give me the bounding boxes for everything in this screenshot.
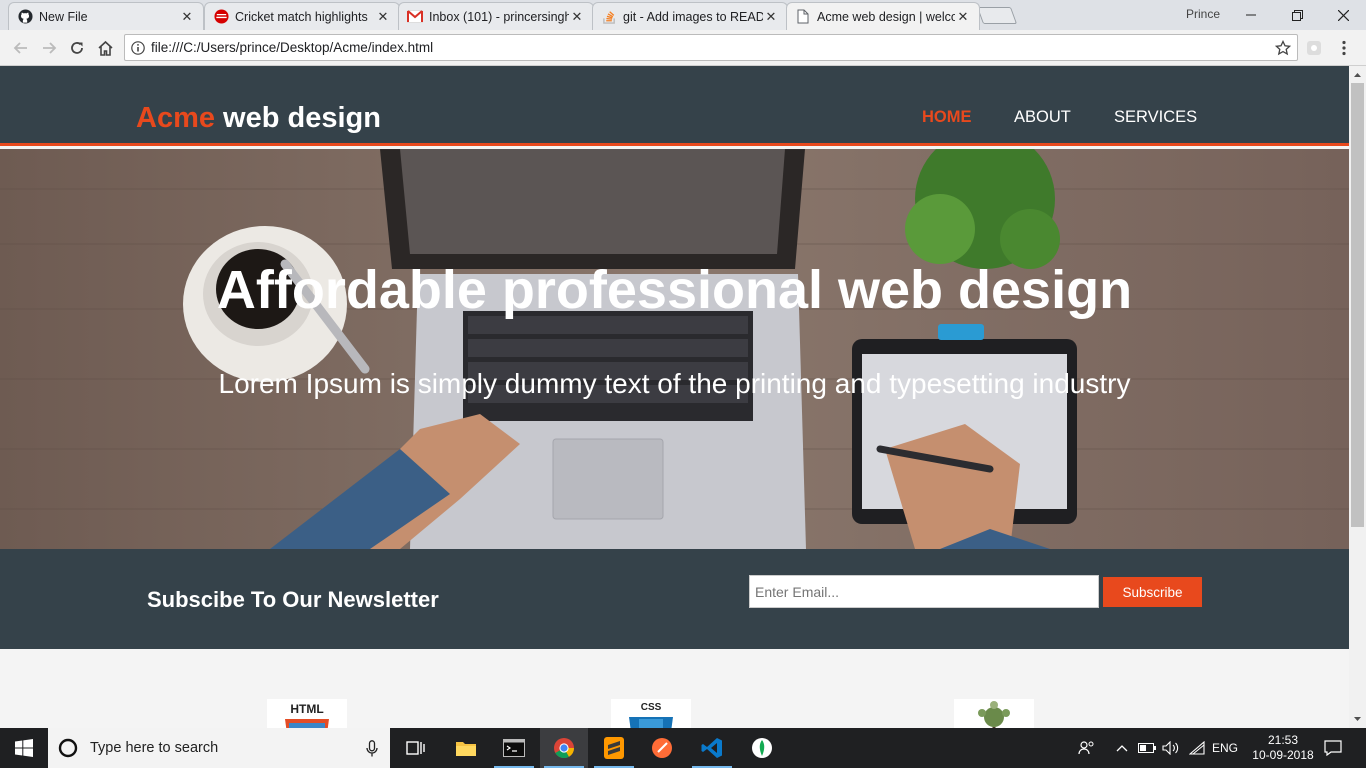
arrow-right-icon	[43, 42, 57, 54]
espn-cricinfo-icon	[213, 9, 229, 25]
file-explorer-icon[interactable]	[442, 728, 490, 768]
tab-title: Inbox (101) - princersingh	[429, 9, 569, 24]
reload-icon	[71, 42, 83, 54]
nav-services[interactable]: SERVICES	[1114, 108, 1197, 127]
battery-icon[interactable]	[1136, 728, 1158, 768]
github-icon	[17, 9, 33, 25]
url-text: file:///C:/Users/prince/Desktop/Acme/ind…	[151, 40, 434, 55]
forward-button[interactable]	[37, 36, 61, 60]
vscode-icon[interactable]	[688, 728, 736, 768]
brand-rest: web design	[215, 102, 381, 134]
microphone-icon[interactable]	[366, 740, 378, 757]
task-view-icon[interactable]	[392, 728, 440, 768]
tab-acme[interactable]: Acme web design | welco ✕	[786, 2, 980, 30]
new-tab-button[interactable]	[976, 7, 1018, 24]
tab-stackoverflow[interactable]: git - Add images to READ ✕	[592, 2, 788, 30]
terminal-icon[interactable]	[490, 728, 538, 768]
arrow-left-icon	[13, 42, 27, 54]
postman-icon[interactable]	[638, 728, 686, 768]
tab-gmail[interactable]: Inbox (101) - princersingh ✕	[398, 2, 594, 30]
language-indicator[interactable]: ENG	[1210, 728, 1240, 768]
brush-tree-logo	[954, 699, 1034, 728]
windows-logo-icon	[15, 739, 33, 757]
tab-cricket[interactable]: Cricket match highlights ✕	[204, 2, 400, 30]
close-icon[interactable]: ✕	[179, 9, 195, 25]
menu-icon[interactable]	[1332, 36, 1356, 60]
html-logo-label: HTML	[290, 702, 324, 716]
hero-subtitle: Lorem Ipsum is simply dummy text of the …	[218, 368, 1131, 399]
address-bar[interactable]: file:///C:/Users/prince/Desktop/Acme/ind…	[124, 34, 1298, 61]
tab-title: git - Add images to READ	[623, 9, 763, 24]
gmail-icon	[407, 9, 423, 25]
scroll-down-icon	[1354, 717, 1361, 721]
page-scrollbar[interactable]	[1349, 66, 1366, 728]
newsletter-title: Subscibe To Our Newsletter	[147, 587, 439, 612]
restore-button[interactable]	[1274, 0, 1320, 30]
brand-highlight: Acme	[136, 102, 215, 134]
volume-icon[interactable]	[1160, 728, 1182, 768]
email-input[interactable]	[749, 575, 1099, 608]
stackoverflow-icon	[601, 9, 617, 25]
cortana-icon	[58, 738, 78, 758]
reload-button[interactable]	[65, 36, 89, 60]
mongodb-compass-icon[interactable]	[738, 728, 786, 768]
css-logo-label: CSS	[640, 702, 662, 713]
close-icon[interactable]: ✕	[375, 9, 391, 25]
tab-title: New File	[39, 9, 88, 24]
hero-showcase: Affordable professional web design Lorem…	[0, 149, 1349, 549]
close-icon[interactable]: ✕	[763, 9, 779, 25]
tab-new-file[interactable]: New File ✕	[8, 2, 204, 30]
minimize-button[interactable]	[1228, 0, 1274, 30]
scrollbar-thumb[interactable]	[1351, 83, 1364, 527]
chrome-icon[interactable]	[540, 728, 588, 768]
back-button[interactable]	[9, 36, 33, 60]
web-page: Acme web design HOME ABOUT SERVICES Affo…	[0, 66, 1349, 728]
css3-logo: CSS	[611, 699, 691, 728]
hero-background-image	[0, 149, 1349, 549]
wifi-icon[interactable]	[1186, 728, 1208, 768]
bookmark-star-icon[interactable]	[1275, 40, 1291, 56]
feature-boxes: HTML CSS	[0, 649, 1349, 728]
browser-toolbar: file:///C:/Users/prince/Desktop/Acme/ind…	[0, 30, 1366, 66]
site-header: Acme web design HOME ABOUT SERVICES	[0, 66, 1349, 146]
document-icon	[795, 9, 811, 25]
close-icon[interactable]: ✕	[955, 9, 971, 25]
clock-date: 10-09-2018	[1252, 748, 1314, 762]
nav-about[interactable]: ABOUT	[1014, 108, 1071, 127]
tab-title: Cricket match highlights	[235, 9, 368, 24]
browser-tab-strip: New File ✕ Cricket match highlights ✕ In…	[0, 0, 1366, 30]
profile-name[interactable]: Prince	[1186, 7, 1220, 21]
chevron-up-icon[interactable]	[1112, 728, 1132, 768]
windows-taskbar: Type here to search ENG 21:53 10-09-2018	[0, 728, 1366, 768]
sublime-text-icon[interactable]	[590, 728, 638, 768]
info-icon[interactable]	[131, 40, 145, 55]
scroll-up-icon	[1354, 73, 1361, 77]
extension-icon[interactable]	[1302, 36, 1326, 60]
close-window-button[interactable]	[1320, 0, 1366, 30]
taskbar-search-box[interactable]: Type here to search	[48, 728, 390, 768]
subscribe-button[interactable]: Subscribe	[1103, 577, 1202, 607]
start-button[interactable]	[0, 728, 48, 768]
hero-title: Affordable professional web design	[216, 260, 1133, 320]
home-button[interactable]	[93, 36, 117, 60]
site-brand[interactable]: Acme web design	[136, 102, 381, 135]
close-icon[interactable]: ✕	[569, 9, 585, 25]
newsletter-section: Subscibe To Our Newsletter Subscribe	[0, 549, 1349, 649]
tab-title: Acme web design | welco	[817, 9, 955, 24]
clock-time: 21:53	[1267, 733, 1299, 747]
people-icon[interactable]	[1072, 728, 1102, 768]
clock[interactable]: 21:53 10-09-2018	[1250, 728, 1316, 768]
home-icon	[97, 40, 113, 56]
notifications-icon[interactable]	[1318, 728, 1348, 768]
html5-logo: HTML	[267, 699, 347, 728]
search-placeholder: Type here to search	[90, 740, 219, 756]
nav-home[interactable]: HOME	[922, 108, 972, 127]
